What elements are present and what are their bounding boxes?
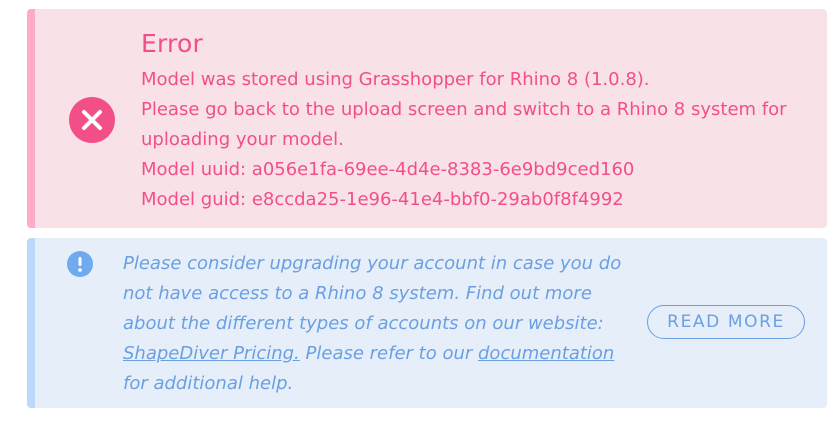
pricing-link[interactable]: ShapeDiver Pricing. <box>123 343 300 364</box>
info-line: Please consider upgrading your account i… <box>123 253 622 274</box>
info-line: ShapeDiver Pricing. Please refer to our … <box>123 339 643 369</box>
error-title: Error <box>141 29 203 58</box>
info-line: about the different types of accounts on… <box>123 313 604 334</box>
error-line: Please go back to the upload screen and … <box>141 99 787 120</box>
read-more-button[interactable]: READ MORE <box>647 305 805 339</box>
model-guid: Model guid: e8ccda25-1e96-41e4-bbf0-29ab… <box>141 189 624 210</box>
error-message: Model was stored using Grasshopper for R… <box>141 65 821 215</box>
error-alert: Error Model was stored using Grasshopper… <box>27 9 827 228</box>
documentation-link[interactable]: documentation <box>478 343 614 364</box>
close-circle-icon <box>69 97 115 143</box>
info-message: Please consider upgrading your account i… <box>123 249 643 399</box>
model-uuid: Model uuid: a056e1fa-69ee-4d4e-8383-6e9b… <box>141 159 635 180</box>
error-line: Model was stored using Grasshopper for R… <box>141 69 650 90</box>
info-alert: Please consider upgrading your account i… <box>27 238 827 408</box>
exclamation-circle-icon <box>67 251 93 277</box>
error-line: uploading your model. <box>141 129 344 150</box>
info-line: for additional help. <box>123 373 294 394</box>
info-line: not have access to a Rhino 8 system. Fin… <box>123 283 592 304</box>
info-text-middle: Please refer to our <box>299 343 478 364</box>
